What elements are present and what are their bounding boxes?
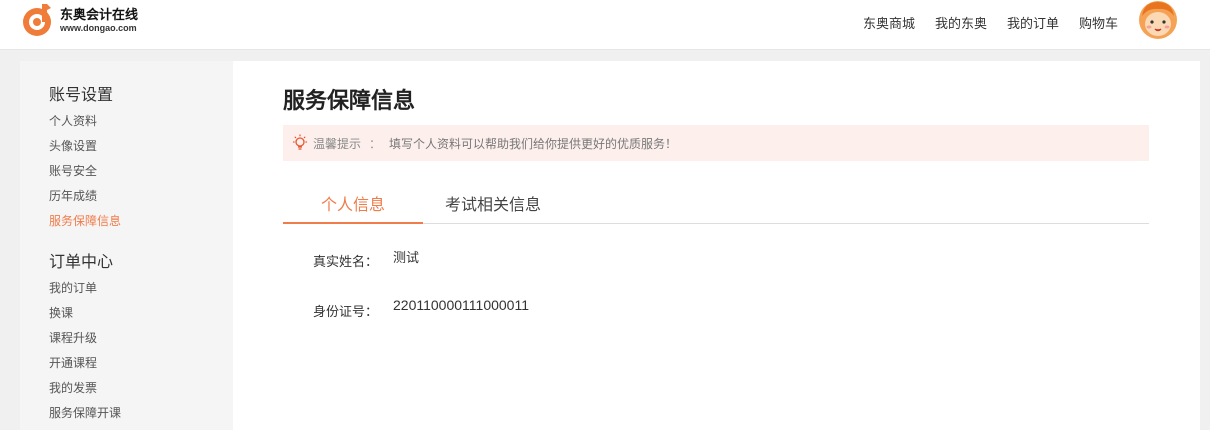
nav-link-my-dongao[interactable]: 我的东奥 bbox=[935, 13, 987, 32]
sidebar-item-service-course[interactable]: 服务保障开课 bbox=[49, 403, 233, 428]
tip-text: 填写个人资料可以帮助我们给你提供更好的优质服务！ bbox=[389, 136, 678, 151]
nav-link-cart[interactable]: 购物车 bbox=[1079, 13, 1118, 32]
top-bar: 东奥会计在线 www.dongao.com 东奥商城 我的东奥 我的订单 购物车 bbox=[0, 0, 1210, 50]
nav-link-my-orders[interactable]: 我的订单 bbox=[1007, 13, 1059, 32]
sidebar-item-scores[interactable]: 历年成绩 bbox=[49, 186, 233, 211]
page-title: 服务保障信息 bbox=[283, 89, 416, 114]
sidebar-item-invoices[interactable]: 我的发票 bbox=[49, 378, 233, 403]
sidebar-heading-orders: 订单中心 bbox=[49, 252, 114, 271]
sidebar-item-profile[interactable]: 个人资料 bbox=[49, 111, 233, 136]
logo[interactable]: 东奥会计在线 www.dongao.com bbox=[20, 2, 160, 42]
sidebar-group-account: 账号设置 个人资料 头像设置 账号安全 历年成绩 服务保障信息 bbox=[49, 81, 233, 236]
dongao-logo-icon bbox=[23, 4, 51, 36]
sidebar-group-orders: 订单中心 我的订单 换课 课程升级 开通课程 我的发票 服务保障开课 bbox=[49, 248, 233, 428]
real-name-value: 测试 bbox=[393, 250, 420, 265]
tab-personal-info[interactable]: 个人信息 bbox=[283, 191, 423, 224]
sidebar-item-change-course[interactable]: 换课 bbox=[49, 303, 233, 328]
lightbulb-icon bbox=[293, 134, 307, 150]
sidebar: 账号设置 个人资料 头像设置 账号安全 历年成绩 服务保障信息 订单中心 我的订… bbox=[20, 61, 233, 430]
sidebar-item-course-upgrade[interactable]: 课程升级 bbox=[49, 328, 233, 353]
sidebar-item-my-orders[interactable]: 我的订单 bbox=[49, 278, 233, 303]
main-panel: 服务保障信息 温馨提示 ： 填写个人资料可以帮助我们给你提供更好的优质服务！ 个… bbox=[233, 61, 1200, 430]
sidebar-heading-account: 账号设置 bbox=[49, 85, 114, 104]
nav-link-mall[interactable]: 东奥商城 bbox=[863, 13, 915, 32]
sidebar-item-avatar[interactable]: 头像设置 bbox=[49, 136, 233, 161]
sidebar-item-security[interactable]: 账号安全 bbox=[49, 161, 233, 186]
top-nav: 东奥商城 我的东奥 我的订单 购物车 bbox=[863, 13, 1118, 32]
logo-url: www.dongao.com bbox=[60, 23, 137, 33]
tab-exam-info[interactable]: 考试相关信息 bbox=[423, 191, 563, 224]
sidebar-item-open-course[interactable]: 开通课程 bbox=[49, 353, 233, 378]
tab-bar: 个人信息 考试相关信息 bbox=[283, 185, 1149, 224]
tip-separator: ： bbox=[369, 136, 382, 151]
id-number-label: 身份证号： bbox=[313, 305, 379, 320]
tip-label: 温馨提示 bbox=[313, 136, 362, 151]
logo-name: 东奥会计在线 bbox=[60, 8, 139, 23]
real-name-label: 真实姓名： bbox=[313, 255, 379, 270]
sidebar-item-service-info[interactable]: 服务保障信息 bbox=[49, 211, 233, 236]
avatar[interactable] bbox=[1138, 0, 1178, 40]
id-number-value: 220110000111000011 bbox=[393, 297, 529, 313]
tip-banner: 温馨提示 ： 填写个人资料可以帮助我们给你提供更好的优质服务！ bbox=[283, 125, 1149, 161]
